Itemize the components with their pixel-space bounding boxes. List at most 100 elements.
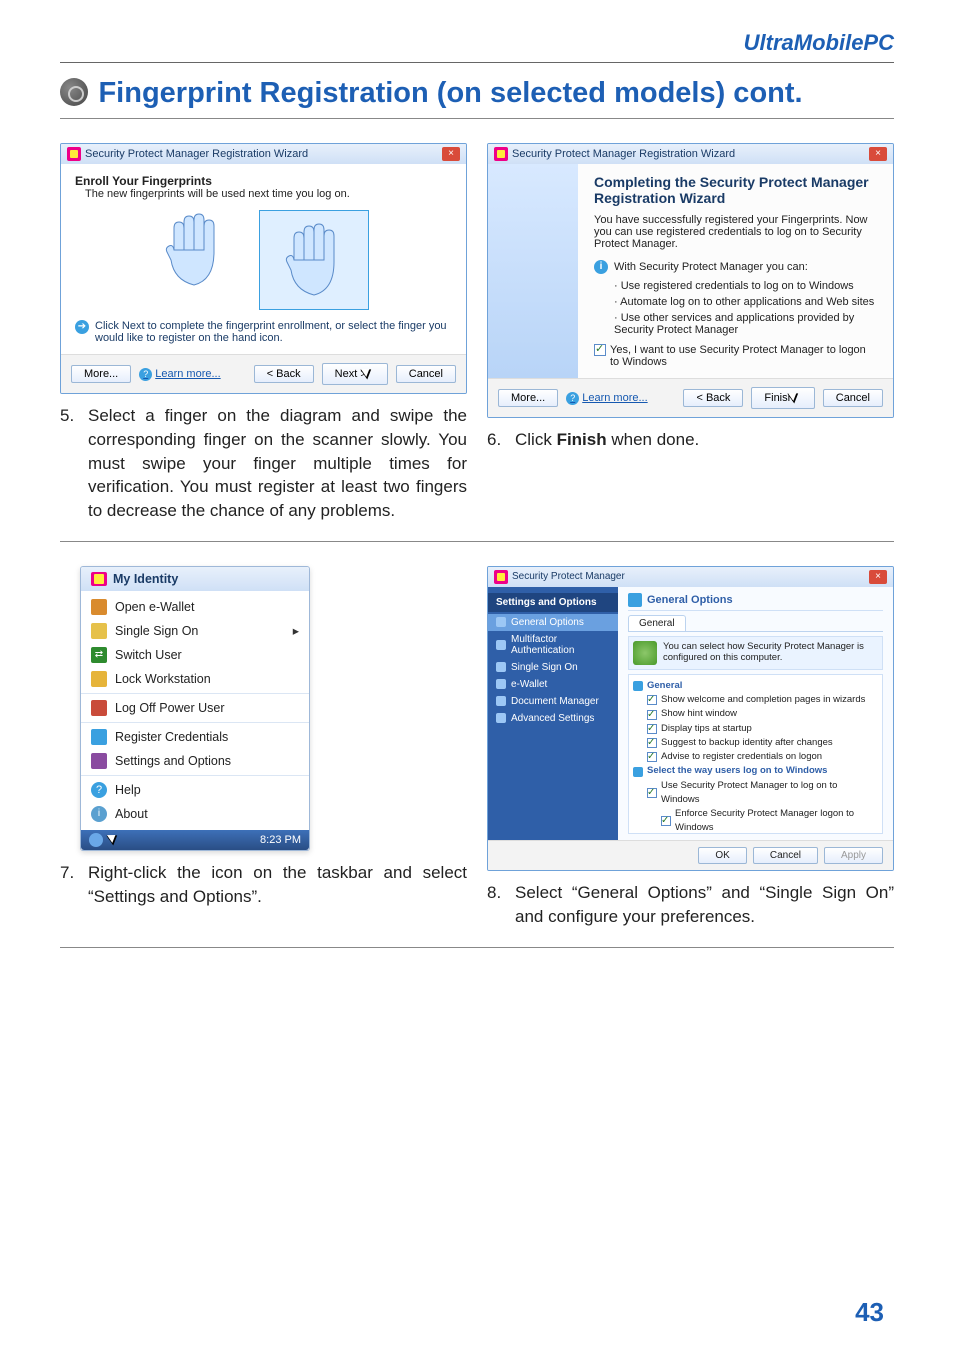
menu-item-settings[interactable]: Settings and Options — [81, 749, 309, 773]
menu-item-register[interactable]: Register Credentials — [81, 725, 309, 749]
more-button[interactable]: More... — [71, 365, 131, 383]
checkbox-label: Yes, I want to use Security Protect Mana… — [610, 344, 877, 368]
step-body: Click Finish when done. — [515, 428, 699, 452]
window-title: Security Protect Manager — [512, 571, 625, 582]
group-icon — [633, 681, 643, 691]
nav-icon — [496, 640, 506, 650]
tree-subitem[interactable]: Enforce Security Protect Manager logon t… — [661, 807, 878, 834]
checkbox-icon[interactable] — [594, 344, 606, 356]
wallet-icon — [91, 599, 107, 615]
back-button[interactable]: < Back — [683, 389, 743, 407]
tree-item[interactable]: Show hint window — [647, 707, 878, 721]
fingerprint-icon — [60, 78, 88, 106]
cancel-button[interactable]: Cancel — [823, 389, 883, 407]
logon-checkbox-row[interactable]: Yes, I want to use Security Protect Mana… — [594, 344, 877, 368]
menu-item-help[interactable]: ?Help — [81, 778, 309, 802]
checkbox-icon[interactable] — [647, 710, 657, 720]
apply-button[interactable]: Apply — [824, 847, 883, 864]
tree-item[interactable]: Show welcome and completion pages in wiz… — [647, 693, 878, 707]
page-title: Fingerprint Registration (on selected mo… — [98, 77, 802, 109]
brand-header: UltraMobilePC — [60, 30, 894, 63]
checkbox-icon[interactable] — [647, 695, 657, 705]
menu-item-sso[interactable]: Single Sign On▸ — [81, 619, 309, 643]
divider — [60, 541, 894, 542]
about-icon: i — [91, 806, 107, 822]
tree-item[interactable]: Suggest to backup identity after changes — [647, 736, 878, 750]
menu-header: My Identity — [81, 567, 309, 591]
tree-item[interactable]: Advise to register credentials on logon — [647, 750, 878, 764]
nav-icon — [496, 617, 506, 627]
nav-icon — [496, 679, 506, 689]
page-title-row: Fingerprint Registration (on selected mo… — [60, 77, 894, 110]
left-hand-diagram[interactable] — [159, 210, 229, 290]
nav-item-docmgr[interactable]: Document Manager — [488, 693, 618, 710]
cancel-button[interactable]: Cancel — [396, 365, 456, 383]
settings-icon — [91, 753, 107, 769]
learn-more-link[interactable]: ?Learn more... — [139, 368, 220, 381]
wizard-heading: Enroll Your Fingerprints — [75, 174, 452, 188]
nav-item-advanced[interactable]: Advanced Settings — [488, 710, 618, 727]
learn-more-link[interactable]: ?Learn more... — [566, 392, 647, 405]
ok-button[interactable]: OK — [698, 847, 746, 864]
tree-group-logon: Select the way users log on to Windows — [633, 764, 878, 778]
window-titlebar: Security Protect Manager Registration Wi… — [61, 144, 466, 164]
page-number: 43 — [855, 1297, 884, 1328]
menu-item-wallet[interactable]: Open e-Wallet — [81, 595, 309, 619]
more-button[interactable]: More... — [498, 389, 558, 407]
tree-item[interactable]: Use Security Protect Manager to log on t… — [647, 779, 878, 808]
bullet-item: · Use registered credentials to log on t… — [614, 280, 877, 292]
info-line: With Security Protect Manager you can: — [614, 261, 808, 273]
menu-item-logoff[interactable]: Log Off Power User — [81, 696, 309, 720]
pane-header: General Options — [628, 593, 883, 611]
nav-icon — [496, 662, 506, 672]
tab-strip: General — [628, 615, 883, 632]
logoff-icon — [91, 700, 107, 716]
tree-item[interactable]: Display tips at startup — [647, 722, 878, 736]
info-box: You can select how Security Protect Mana… — [628, 636, 883, 670]
checkbox-icon[interactable] — [661, 816, 671, 826]
checkbox-icon[interactable] — [647, 752, 657, 762]
bullet-item: · Use other services and applications pr… — [614, 312, 877, 336]
wizard-complete-text: You have successfully registered your Fi… — [594, 214, 877, 250]
menu-item-lock[interactable]: Lock Workstation — [81, 667, 309, 691]
tab-general[interactable]: General — [628, 615, 686, 631]
next-button[interactable]: Next > — [322, 363, 388, 385]
step-body: Right-click the icon on the taskbar and … — [88, 861, 467, 909]
checkbox-icon[interactable] — [647, 738, 657, 748]
checkbox-icon[interactable] — [647, 724, 657, 734]
close-icon[interactable]: × — [869, 570, 887, 584]
nav-item-general[interactable]: General Options — [488, 614, 618, 631]
back-button[interactable]: < Back — [254, 365, 314, 383]
wizard-hint: ➔ Click Next to complete the fingerprint… — [75, 320, 452, 344]
menu-separator — [81, 722, 309, 723]
identity-icon — [91, 572, 107, 586]
close-icon[interactable]: × — [869, 147, 887, 161]
app-icon — [494, 570, 508, 584]
step-body: Select a finger on the diagram and swipe… — [88, 404, 467, 523]
cancel-button[interactable]: Cancel — [753, 847, 818, 864]
selected-hand-diagram[interactable] — [259, 210, 369, 310]
menu-item-switch[interactable]: ⇄Switch User — [81, 643, 309, 667]
close-icon[interactable]: × — [442, 147, 460, 161]
hint-text: Click Next to complete the fingerprint e… — [95, 320, 452, 344]
wizard-subheading: The new fingerprints will be used next t… — [85, 188, 452, 200]
taskbar-tray: 8:23 PM — [81, 830, 309, 850]
nav-item-sso[interactable]: Single Sign On — [488, 659, 618, 676]
tray-app-icon[interactable] — [89, 833, 103, 847]
finish-button[interactable]: Finish — [751, 387, 814, 409]
checkbox-icon[interactable] — [647, 788, 657, 798]
nav-icon — [496, 713, 506, 723]
submenu-arrow-icon: ▸ — [293, 623, 299, 638]
menu-item-about[interactable]: iAbout — [81, 802, 309, 826]
cursor-icon — [107, 832, 121, 848]
step-body: Select “General Options” and “Single Sig… — [515, 881, 894, 929]
sso-icon — [91, 623, 107, 639]
nav-item-ewallet[interactable]: e-Wallet — [488, 676, 618, 693]
nav-item-mfa[interactable]: Multifactor Authentication — [488, 631, 618, 659]
menu-separator — [81, 693, 309, 694]
window-titlebar: Security Protect Manager × — [488, 567, 893, 587]
step-6: 6. Click Finish when done. — [487, 428, 894, 452]
options-tree[interactable]: General Show welcome and completion page… — [628, 674, 883, 834]
step-number: 6. — [487, 428, 505, 452]
config-icon — [633, 641, 657, 665]
